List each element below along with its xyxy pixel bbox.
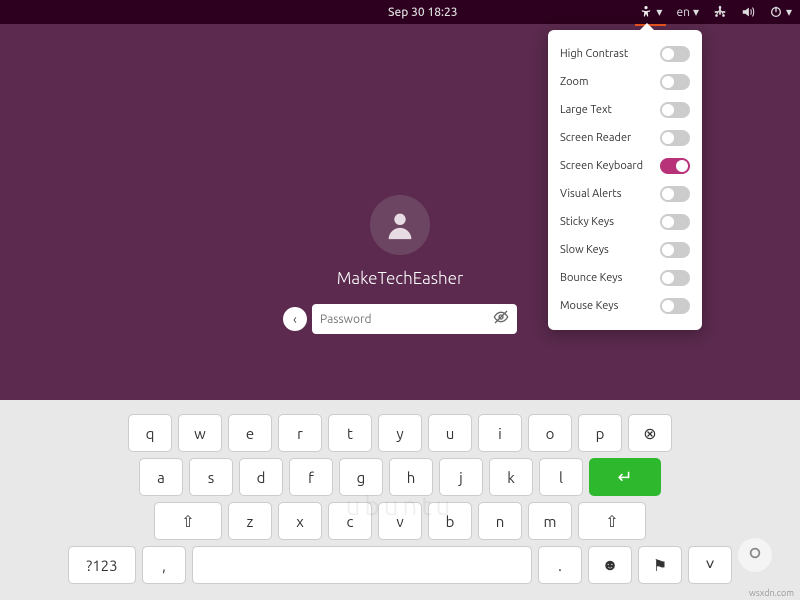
accessibility-menu-button[interactable]: ▾ [639,5,662,19]
key-comma[interactable]: , [142,546,186,584]
key-t[interactable]: t [328,414,372,452]
key-x[interactable]: x [278,502,322,540]
a11y-row: Mouse Keys [560,292,690,320]
onscreen-keyboard: ubuntu q w e r t y u i o p ⊗ a s d f g h… [0,400,800,600]
enter-icon: ↵ [617,467,632,488]
circle-icon [748,546,762,564]
toggle-slow-keys[interactable] [660,242,690,258]
key-o[interactable]: o [528,414,572,452]
key-s[interactable]: s [189,458,233,496]
key-numeric[interactable]: ?123 [68,546,136,584]
toggle-zoom[interactable] [660,74,690,90]
shift-icon: ⇧ [605,512,618,531]
key-d[interactable]: d [239,458,283,496]
a11y-row: Zoom [560,68,690,96]
key-h[interactable]: h [389,458,433,496]
key-z[interactable]: z [228,502,272,540]
key-shift-left[interactable]: ⇧ [154,502,222,540]
key-p[interactable]: p [578,414,622,452]
accessibility-icon [639,5,653,19]
key-k[interactable]: k [489,458,533,496]
key-w[interactable]: w [178,414,222,452]
key-enter[interactable]: ↵ [589,458,661,496]
shift-icon: ⇧ [181,512,194,531]
toggle-visual-alerts[interactable] [660,186,690,202]
accessibility-popover: High Contrast Zoom Large Text Screen Rea… [548,30,702,330]
user-avatar [370,195,430,255]
key-shift-right[interactable]: ⇧ [578,502,646,540]
key-g[interactable]: g [339,458,383,496]
key-m[interactable]: m [528,502,572,540]
password-field[interactable] [312,304,517,334]
toggle-bounce-keys[interactable] [660,270,690,286]
network-icon[interactable] [713,5,727,19]
a11y-row: Bounce Keys [560,264,690,292]
a11y-row: High Contrast [560,40,690,68]
key-hide-keyboard[interactable]: ˅ [688,546,732,584]
key-backspace[interactable]: ⊗ [628,414,672,452]
emoji-icon: ☻ [602,556,619,575]
key-period[interactable]: . [538,546,582,584]
power-icon[interactable]: ▾ [769,5,792,19]
key-emoji[interactable]: ☻ [588,546,632,584]
chevron-left-icon: ‹ [293,311,297,327]
key-i[interactable]: i [478,414,522,452]
username-label: MakeTechEasher [337,269,464,288]
key-a[interactable]: a [139,458,183,496]
key-q[interactable]: q [128,414,172,452]
a11y-row: Screen Reader [560,124,690,152]
a11y-row: Large Text [560,96,690,124]
key-language[interactable]: ⚑ [638,546,682,584]
a11y-row: Sticky Keys [560,208,690,236]
key-u[interactable]: u [428,414,472,452]
flag-icon: ⚑ [653,556,667,575]
key-b[interactable]: b [428,502,472,540]
keyboard-collapse-button[interactable] [738,538,772,572]
a11y-row: Screen Keyboard [560,152,690,180]
toggle-mouse-keys[interactable] [660,298,690,314]
key-j[interactable]: j [439,458,483,496]
chevron-down-icon: ▾ [786,5,792,19]
chevron-down-icon: ▾ [656,5,662,19]
key-f[interactable]: f [289,458,333,496]
toggle-screen-reader[interactable] [660,130,690,146]
key-space[interactable] [192,546,532,584]
chevron-down-icon: ▾ [693,5,699,19]
toggle-sticky-keys[interactable] [660,214,690,230]
toggle-screen-keyboard[interactable] [660,158,690,174]
key-r[interactable]: r [278,414,322,452]
a11y-row: Slow Keys [560,236,690,264]
a11y-row: Visual Alerts [560,180,690,208]
login-panel: MakeTechEasher ‹ [283,195,517,334]
toggle-large-text[interactable] [660,102,690,118]
chevron-down-icon: ˅ [705,556,714,575]
key-y[interactable]: y [378,414,422,452]
language-indicator[interactable]: en ▾ [676,5,699,19]
show-password-icon[interactable] [493,309,509,329]
key-e[interactable]: e [228,414,272,452]
toggle-high-contrast[interactable] [660,46,690,62]
key-v[interactable]: v [378,502,422,540]
top-bar: Sep 30 18:23 ▾ en ▾ ▾ [0,0,800,24]
password-input[interactable] [320,313,493,326]
backspace-icon: ⊗ [643,424,656,443]
datetime: Sep 30 18:23 [388,6,458,19]
key-n[interactable]: n [478,502,522,540]
back-button[interactable]: ‹ [283,307,307,331]
volume-icon[interactable] [741,5,755,19]
key-l[interactable]: l [539,458,583,496]
source-watermark: wsxdn.com [749,588,794,598]
key-c[interactable]: c [328,502,372,540]
